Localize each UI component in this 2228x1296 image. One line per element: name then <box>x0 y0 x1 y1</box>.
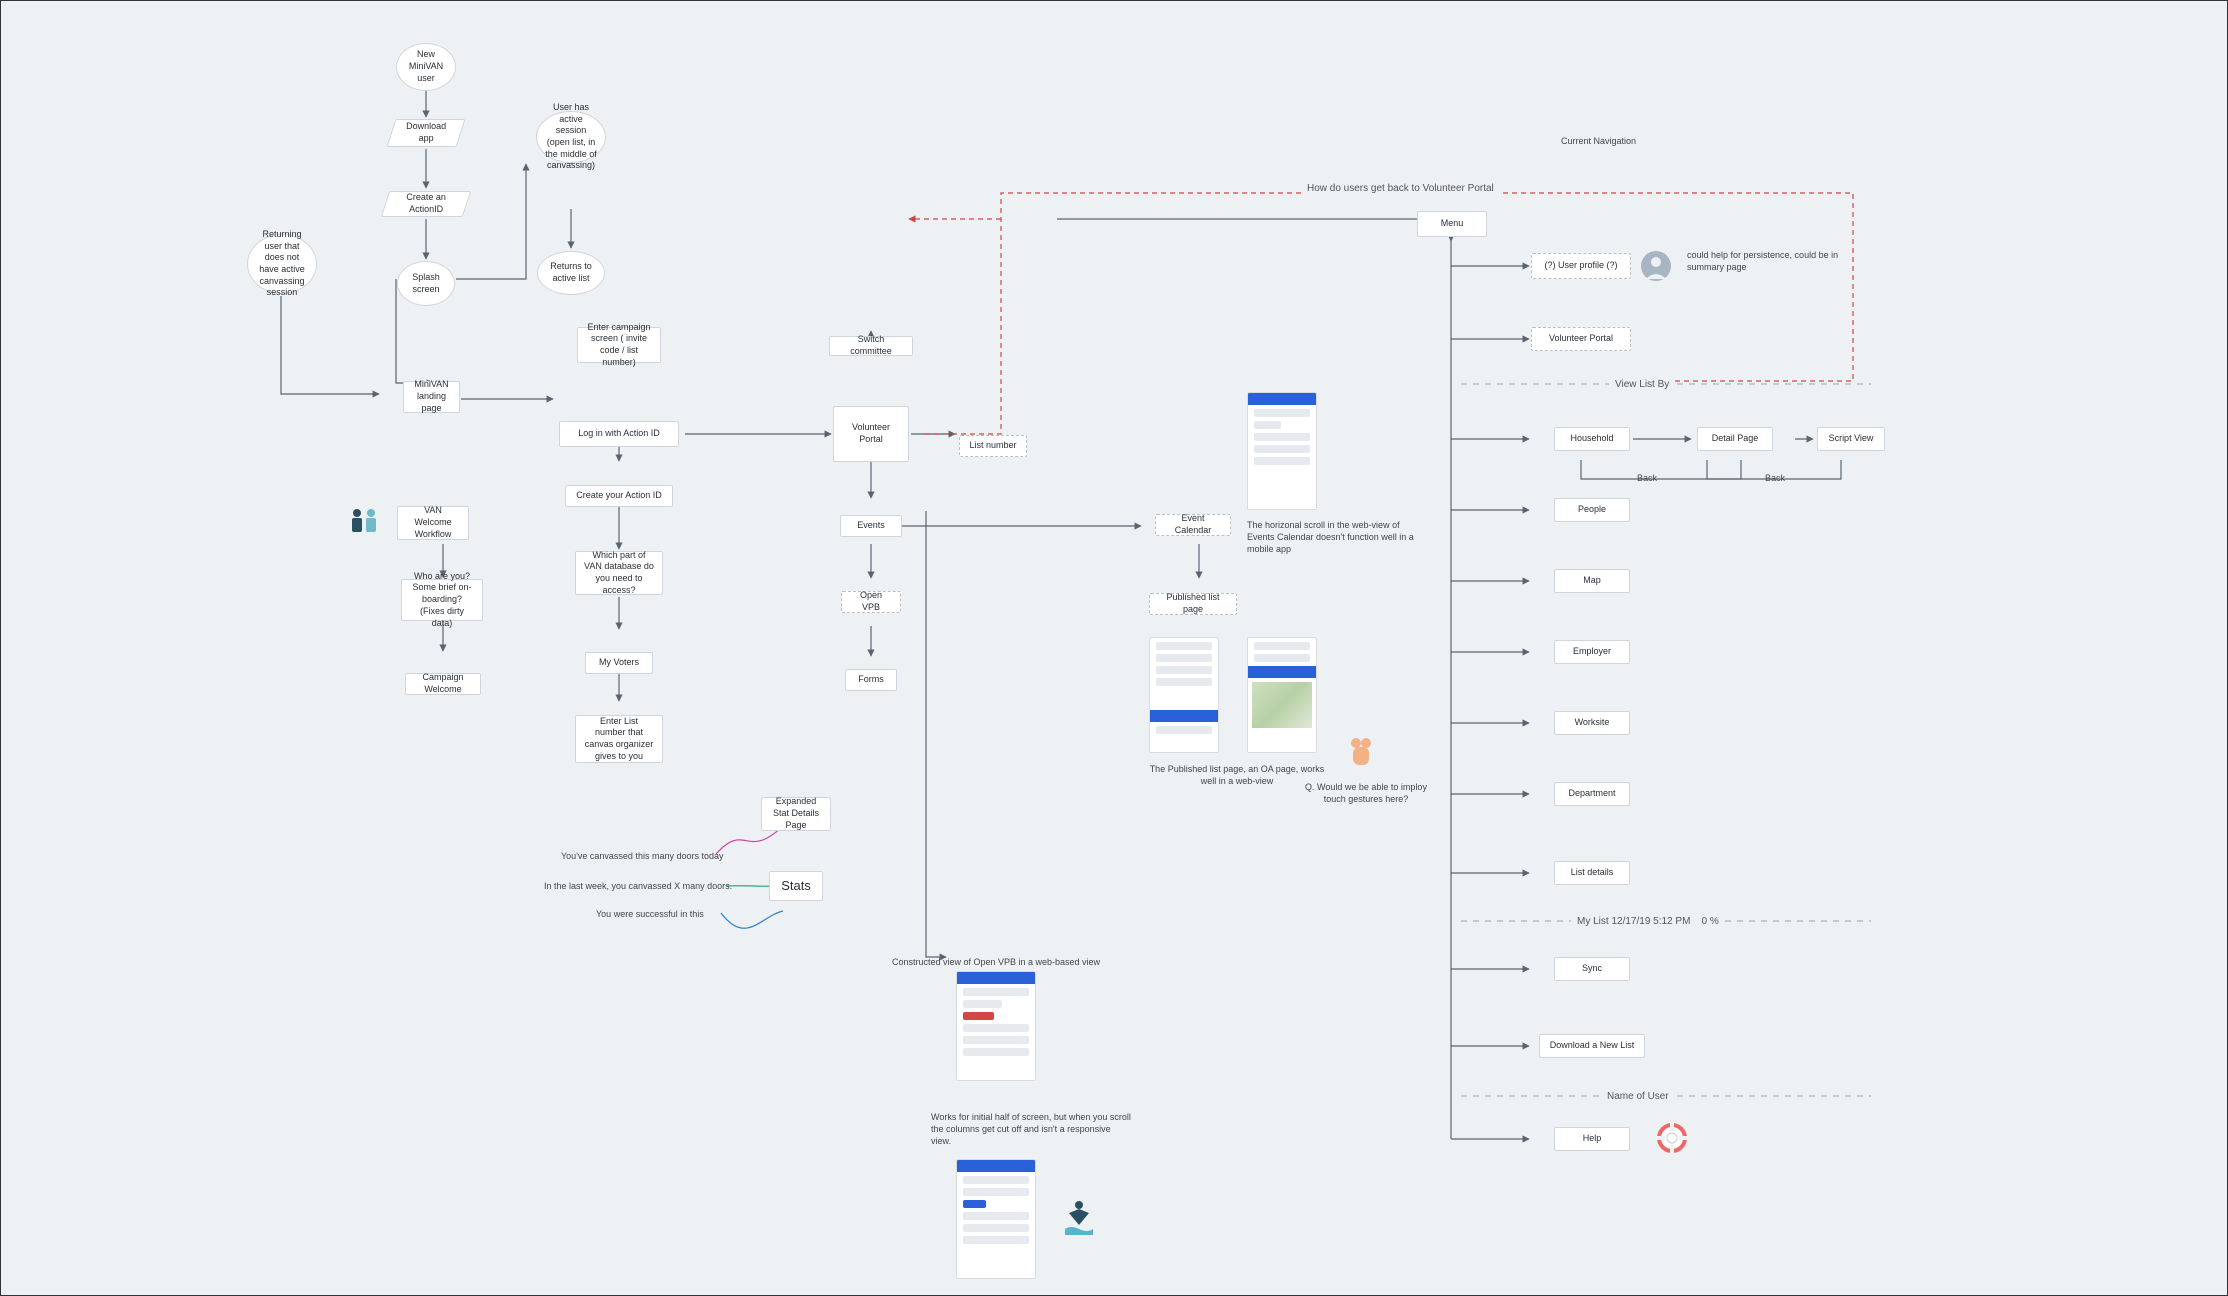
node-event-calendar[interactable]: Event Calendar <box>1155 514 1231 536</box>
back-label-1: Back <box>1637 473 1657 483</box>
node-minivan-landing[interactable]: MiniVAN landing page <box>403 381 460 413</box>
menu-map[interactable]: Map <box>1554 569 1630 593</box>
node-list-number[interactable]: List number <box>959 435 1027 457</box>
note-published-list: The Published list page, an OA page, wor… <box>1147 763 1327 787</box>
node-forms[interactable]: Forms <box>845 669 897 691</box>
node-published-list[interactable]: Published list page <box>1149 593 1237 615</box>
node-who-are-you[interactable]: Who are you? Some brief on-boarding? (Fi… <box>401 579 483 621</box>
lifebuoy-icon <box>1657 1123 1687 1158</box>
node-returning-user[interactable]: Returning user that does not have active… <box>247 234 317 294</box>
screenshot-published-1 <box>1149 637 1219 753</box>
note-event-calendar: The horizonal scroll in the web-view of … <box>1247 519 1422 555</box>
people-icon <box>345 505 385 544</box>
node-stats[interactable]: Stats <box>769 871 823 901</box>
node-volunteer-portal[interactable]: Volunteer Portal <box>833 406 909 462</box>
back-label-2: Back <box>1765 473 1785 483</box>
callout-back-to-portal: How do users get back to Volunteer Porta… <box>1301 183 1500 194</box>
menu-household[interactable]: Household <box>1554 427 1630 451</box>
node-enter-list[interactable]: Enter List number that canvas organizer … <box>575 715 663 763</box>
menu-detail-page[interactable]: Detail Page <box>1697 427 1773 451</box>
avatar-icon <box>1641 251 1671 286</box>
connector-layer <box>1 1 2227 1295</box>
node-new-user[interactable]: New MiniVAN user <box>396 43 456 91</box>
touch-gesture-icon <box>1347 737 1375 776</box>
node-returns-active[interactable]: Returns to active list <box>537 251 605 295</box>
stat-line-2: In the last week, you canvassed X many d… <box>544 881 732 891</box>
node-open-vpb[interactable]: Open VPB <box>841 591 901 613</box>
menu-sync[interactable]: Sync <box>1554 957 1630 981</box>
node-user-profile[interactable]: (?) User profile (?) <box>1531 253 1631 279</box>
node-active-session[interactable]: User has active session (open list, in t… <box>536 111 606 163</box>
node-splash-screen[interactable]: Splash screen <box>397 261 455 306</box>
menu-department[interactable]: Department <box>1554 782 1630 806</box>
diagram-canvas[interactable]: Current Navigation How do users get back… <box>0 0 2228 1296</box>
node-create-actionid[interactable]: Create an ActionID <box>381 191 471 217</box>
note-gesture: Q. Would we be able to imploy touch gest… <box>1301 781 1431 805</box>
menu-volunteer-portal[interactable]: Volunteer Portal <box>1531 327 1631 351</box>
divider-my-list: My List 12/17/19 5:12 PM 0 % <box>1571 916 1725 927</box>
node-enter-campaign[interactable]: Enter campaign screen ( invite code / li… <box>577 327 661 363</box>
menu-download-new[interactable]: Download a New List <box>1539 1034 1645 1058</box>
node-create-your-actionid[interactable]: Create your Action ID <box>565 485 673 507</box>
menu-people[interactable]: People <box>1554 498 1630 522</box>
caption-open-vpb: Constructed view of Open VPB in a web-ba… <box>892 957 1100 967</box>
node-menu[interactable]: Menu <box>1417 211 1487 237</box>
person-water-icon <box>1063 1199 1095 1240</box>
node-which-db[interactable]: Which part of VAN database do you need t… <box>575 551 663 595</box>
node-download-app[interactable]: Download app <box>386 119 465 147</box>
screenshot-published-2 <box>1247 637 1317 753</box>
node-my-voters[interactable]: My Voters <box>585 652 653 674</box>
stat-line-1: You've canvassed this many doors today <box>561 851 723 861</box>
note-vpb-scroll: Works for initial half of screen, but wh… <box>931 1111 1131 1147</box>
menu-list-details[interactable]: List details <box>1554 861 1630 885</box>
node-campaign-welcome[interactable]: Campaign Welcome <box>405 673 481 695</box>
menu-employer[interactable]: Employer <box>1554 640 1630 664</box>
section-current-nav: Current Navigation <box>1561 136 1636 146</box>
note-user-profile: could help for persistence, could be in … <box>1687 249 1867 273</box>
screenshot-vpb-1 <box>956 971 1036 1081</box>
node-events[interactable]: Events <box>840 515 902 537</box>
screenshot-event-calendar <box>1247 392 1317 510</box>
menu-script-view[interactable]: Script View <box>1817 427 1885 451</box>
divider-view-by: View List By <box>1609 379 1675 390</box>
divider-name-user: Name of User <box>1601 1091 1675 1102</box>
node-expanded-stat[interactable]: Expanded Stat Details Page <box>761 797 831 831</box>
node-switch-committee[interactable]: Switch committee <box>829 336 913 356</box>
menu-help[interactable]: Help <box>1554 1127 1630 1151</box>
stat-line-3: You were successful in this <box>596 909 704 919</box>
node-login-actionid[interactable]: Log in with Action ID <box>559 421 679 447</box>
menu-worksite[interactable]: Worksite <box>1554 711 1630 735</box>
screenshot-vpb-2 <box>956 1159 1036 1279</box>
node-van-welcome[interactable]: VAN Welcome Workflow <box>397 506 469 540</box>
